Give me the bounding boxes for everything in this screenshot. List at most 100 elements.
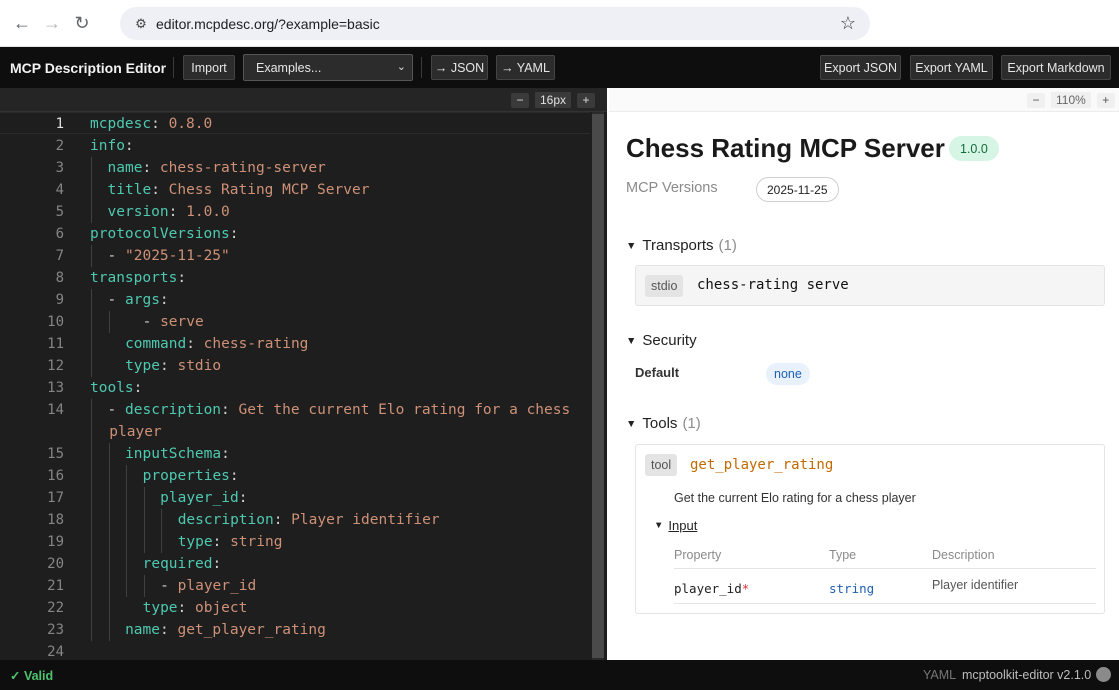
code-line[interactable]: 8 transports: [0,267,590,289]
code-text[interactable]: player_id: [160,487,247,509]
security-section-toggle[interactable]: ▼ Security [626,332,697,349]
examples-select-value: Examples... [256,60,322,75]
code-text[interactable]: - player_id [160,575,256,597]
code-line[interactable]: 21 - player_id [0,575,590,597]
code-text[interactable]: properties: [143,465,239,487]
indent-guide [108,443,110,641]
zoom-in-button[interactable]: + [1096,92,1115,108]
back-arrow-icon[interactable]: ← [7,8,37,38]
code-line[interactable]: 1 mcpdesc: 0.8.0 [0,113,590,135]
app-title: MCP Description Editor [10,59,167,76]
address-bar[interactable]: ⚙ editor.mcpdesc.org/?example=basic ☆ [120,7,870,40]
convert-to-json-button[interactable]: → JSON [431,55,488,80]
line-number: 2 [55,138,64,154]
code-line[interactable]: 15 inputSchema: [0,443,590,465]
code-line[interactable]: 19 type: string [0,531,590,553]
editor-scrollbar[interactable] [592,112,604,660]
code-line[interactable]: 20 required: [0,553,590,575]
code-text[interactable]: inputSchema: [125,443,230,465]
yaml-editor[interactable]: − 16px + 1 mcpdesc: 0.8.0 2 info: 3 name: che… [0,88,607,660]
code-line[interactable]: 22 type: object [0,597,590,619]
code-line[interactable]: 6 protocolVersions: [0,223,590,245]
code-text[interactable]: info: [90,135,134,157]
code-text[interactable]: player [109,421,161,443]
code-text[interactable]: type: object [143,597,248,619]
line-number: 21 [47,578,64,594]
security-heading: Security [642,332,697,349]
site-settings-icon[interactable]: ⚙ [128,16,154,32]
line-number: 19 [47,534,64,550]
zoom-out-button[interactable]: − [1027,92,1045,108]
github-icon[interactable] [1096,667,1111,682]
code-text[interactable]: transports: [90,267,186,289]
code-text[interactable]: title: Chess Rating MCP Server [108,179,370,201]
code-line[interactable]: player [0,421,590,443]
forward-arrow-icon[interactable]: → [37,8,67,38]
export-markdown-button[interactable]: Export Markdown [1001,55,1111,80]
code-line[interactable]: 7 - "2025-11-25" [0,245,590,267]
code-text[interactable]: name: get_player_rating [125,619,326,641]
code-line[interactable]: 18 description: Player identifier [0,509,590,531]
code-line[interactable]: 14 - description: Get the current Elo rat… [0,399,590,421]
preview-header: − 110% + [609,88,1119,112]
tools-section-toggle[interactable]: ▼ Tools (1) [626,415,701,432]
mcp-version-chip: 2025-11-25 [756,177,839,202]
code-text[interactable]: protocolVersions: [90,223,238,245]
code-line[interactable]: 23 name: get_player_rating [0,619,590,641]
code-line[interactable]: 16 properties: [0,465,590,487]
code-text[interactable]: version: 1.0.0 [108,201,230,223]
line-number: 24 [47,644,64,660]
code-line[interactable]: 13 tools: [0,377,590,399]
transports-count: (1) [718,237,737,254]
reload-icon[interactable]: ↻ [67,8,97,38]
code-line[interactable]: 5 version: 1.0.0 [0,201,590,223]
app-version: mcptoolkit-editor v2.1.0 [962,668,1092,682]
code-text[interactable]: type: stdio [125,355,221,377]
code-line[interactable]: 24 [0,641,590,660]
convert-to-yaml-button[interactable]: → YAML [496,55,555,80]
code-line[interactable]: 4 title: Chess Rating MCP Server [0,179,590,201]
line-number: 7 [55,248,64,264]
bookmark-star-icon[interactable]: ☆ [840,13,856,34]
increase-font-button[interactable]: + [577,92,596,108]
code-area[interactable]: 1 mcpdesc: 0.8.0 2 info: 3 name: chess-rating… [0,112,590,660]
line-number: 14 [47,402,64,418]
examples-select[interactable]: Examples... ⌄ [243,54,413,81]
code-text[interactable]: tools: [90,377,142,399]
line-number: 6 [55,226,64,242]
code-text[interactable]: - serve [143,311,204,333]
code-line[interactable]: 10 - serve [0,311,590,333]
code-text[interactable]: mcpdesc: 0.8.0 [90,113,212,135]
code-line[interactable]: 11 command: chess-rating [0,333,590,355]
export-json-button[interactable]: Export JSON [820,55,901,80]
export-yaml-button[interactable]: Export YAML [910,55,993,80]
table-header-property: Property [674,548,722,562]
code-line[interactable]: 17 player_id: [0,487,590,509]
code-text[interactable]: type: string [178,531,283,553]
code-line[interactable]: 2 info: [0,135,590,157]
table-header-description: Description [932,548,995,562]
code-line[interactable]: 12 type: stdio [0,355,590,377]
tool-name: get_player_rating [690,457,834,473]
server-title: Chess Rating MCP Server [626,133,945,163]
code-text[interactable]: - args: [108,289,169,311]
chevron-down-icon: ⌄ [396,61,406,73]
line-number: 5 [55,204,64,220]
transports-section-toggle[interactable]: ▼ Transports (1) [626,237,737,254]
code-line[interactable]: 9 - args: [0,289,590,311]
import-button[interactable]: Import [183,55,235,80]
input-schema-toggle[interactable]: ▼ Input [654,518,697,533]
code-text[interactable]: required: [143,553,222,575]
code-text[interactable]: name: chess-rating-server [108,157,326,179]
url-text[interactable]: editor.mcpdesc.org/?example=basic [156,16,380,32]
decrease-font-button[interactable]: − [511,92,529,108]
editor-scrollbar-thumb[interactable] [592,114,604,658]
code-text[interactable]: command: chess-rating [125,333,308,355]
indent-guide [143,575,145,597]
transport-type-tag: stdio [645,275,684,297]
code-text[interactable]: - description: Get the current Elo ratin… [108,399,571,421]
code-line[interactable]: 3 name: chess-rating-server [0,157,590,179]
code-text[interactable]: description: Player identifier [178,509,440,531]
code-text[interactable]: - "2025-11-25" [108,245,230,267]
status-bar: ✓ Valid YAML mcptoolkit-editor v2.1.0 [0,660,1119,690]
